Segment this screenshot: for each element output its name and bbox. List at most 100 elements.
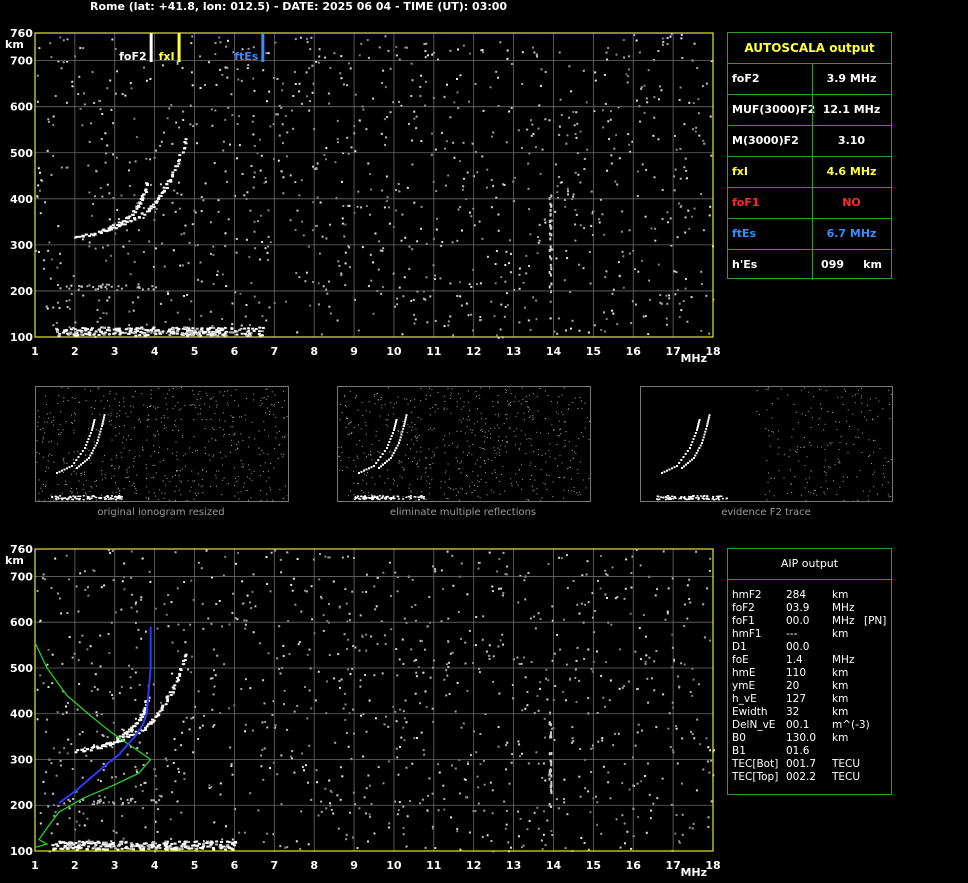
y-tick-label: 300 xyxy=(10,753,33,766)
aip-row: foF2 03.9 MHz xyxy=(732,602,890,615)
autoscala-value: 4.6 MHz xyxy=(826,165,877,178)
aip-unit: km xyxy=(832,693,849,705)
aip-param: D1 xyxy=(732,641,747,653)
x-tick-label: 16 xyxy=(626,345,642,358)
aip-value: 1.4 xyxy=(786,654,803,666)
aip-value: 110 xyxy=(786,667,807,679)
autoscala-value: 3.9 MHz xyxy=(826,72,877,85)
aip-row: TEC[Bot] 001.7 TECU xyxy=(732,758,890,771)
x-tick-label: 9 xyxy=(350,859,358,872)
y-tick-label: 400 xyxy=(10,193,33,206)
y-tick-label: 700 xyxy=(10,570,33,583)
aip-unit: km xyxy=(832,732,849,744)
x-tick-label: 6 xyxy=(231,859,239,872)
autoscala-param: ftEs xyxy=(732,227,757,240)
autoscala-panel: AUTOSCALA output foF2 3.9 MHz MUF(3000)F2 1… xyxy=(727,32,892,280)
x-tick-label: 7 xyxy=(270,345,278,358)
aip-unit: km xyxy=(832,680,849,692)
autoscala-row: M(3000)F2 3.10 xyxy=(728,126,891,157)
chart-grid xyxy=(34,548,714,852)
autoscala-header: AUTOSCALA output xyxy=(728,33,891,64)
aip-param: DelN_vE xyxy=(732,719,776,731)
aip-row: ymE 20 km xyxy=(732,680,890,693)
aip-param: Ewidth xyxy=(732,706,768,718)
aip-row: foE 1.4 MHz xyxy=(732,654,890,667)
aip-unit: TECU xyxy=(832,771,861,783)
aip-row: D1 00.0 xyxy=(732,641,890,654)
aip-param: hmF2 xyxy=(732,589,762,601)
aip-unit: MHz xyxy=(832,615,855,627)
aip-unit: MHz xyxy=(832,602,855,614)
aip-value: 001.7 xyxy=(786,758,817,770)
x-tick-label: 12 xyxy=(466,345,481,358)
y-tick-label: 400 xyxy=(10,708,33,721)
x-tick-label: 18 xyxy=(705,345,720,358)
aip-param: TEC[Top] xyxy=(732,771,779,783)
autoscala-row: MUF(3000)F2 12.1 MHz xyxy=(728,95,891,126)
autoscala-value: 099 km xyxy=(821,258,882,271)
aip-row: DelN_vE 00.1 m^(-3) xyxy=(732,719,890,732)
aip-row: hmF2 284 km xyxy=(732,589,890,602)
marker-line-fxi xyxy=(177,33,181,62)
autoscala-row: h'Es 099 km xyxy=(728,250,891,280)
plot-frame xyxy=(34,32,714,338)
marker-label-ftes: ftEs xyxy=(234,50,259,63)
aip-value: 002.2 xyxy=(786,771,817,783)
aip-value: 01.6 xyxy=(786,745,810,757)
aip-header: AIP output xyxy=(728,549,891,580)
x-tick-label: 1 xyxy=(31,859,39,872)
aip-param: B0 xyxy=(732,732,746,744)
aip-unit: km xyxy=(832,706,849,718)
aip-row: TEC[Top] 002.2 TECU xyxy=(732,771,890,784)
x-tick-label: 8 xyxy=(310,345,318,358)
x-tick-label: 18 xyxy=(705,859,720,872)
aip-param: foE xyxy=(732,654,749,666)
es-layer-trace xyxy=(54,283,265,337)
marker-line-fof2 xyxy=(149,33,153,62)
noise-speckles xyxy=(36,549,715,853)
x-tick-label: 10 xyxy=(386,345,402,358)
y-tick-label: 500 xyxy=(10,147,33,160)
x-tick-label: 16 xyxy=(626,859,642,872)
aip-param: hmF1 xyxy=(732,628,762,640)
aip-value: 127 xyxy=(786,693,807,705)
aip-row: h_vE 127 km xyxy=(732,693,890,706)
y-tick-label: 200 xyxy=(10,799,33,812)
x-tick-label: 3 xyxy=(111,859,119,872)
aip-value: 03.9 xyxy=(786,602,810,614)
y-axis-label: km xyxy=(5,554,24,567)
y-tick-label: 600 xyxy=(10,101,33,114)
aip-extra: [PN] xyxy=(864,615,887,627)
autoscala-param: foF1 xyxy=(732,196,760,209)
es-layer-trace xyxy=(51,797,238,851)
aip-unit: km xyxy=(832,589,849,601)
aip-row: B0 130.0 km xyxy=(732,732,890,745)
x-tick-label: 13 xyxy=(506,859,521,872)
autoscala-row: ftEs 6.7 MHz xyxy=(728,219,891,250)
x-tick-label: 17 xyxy=(665,859,680,872)
aip-value: 00.0 xyxy=(786,615,810,627)
x-tick-label: 4 xyxy=(151,859,159,872)
aip-row: hmF1 --- km xyxy=(732,628,890,641)
y-tick-label: 600 xyxy=(10,616,33,629)
true-height-profile xyxy=(58,626,152,804)
autoscala-value: 3.10 xyxy=(837,134,866,147)
aip-value: 00.0 xyxy=(786,641,810,653)
noise-speckles xyxy=(35,33,715,339)
x-tick-label: 10 xyxy=(386,859,402,872)
aip-panel: AIP output hmF2 284 km foF2 03.9 MHz foF1 00.0 M… xyxy=(727,548,892,795)
aip-param: hmE xyxy=(732,667,756,679)
aip-param: foF1 xyxy=(732,615,755,627)
autoscala-param: M(3000)F2 xyxy=(732,134,799,147)
y-tick-label: 500 xyxy=(10,662,33,675)
x-tick-label: 14 xyxy=(546,345,562,358)
thumbnail-evidence-f2 xyxy=(640,386,893,502)
aip-unit: MHz xyxy=(832,654,855,666)
x-tick-label: 7 xyxy=(270,859,278,872)
aip-unit: km xyxy=(832,667,849,679)
x-tick-label: 5 xyxy=(191,345,199,358)
aip-param: foF2 xyxy=(732,602,755,614)
aip-value: 284 xyxy=(786,589,807,601)
plot-frame xyxy=(34,548,714,852)
x-tick-label: 9 xyxy=(350,345,358,358)
